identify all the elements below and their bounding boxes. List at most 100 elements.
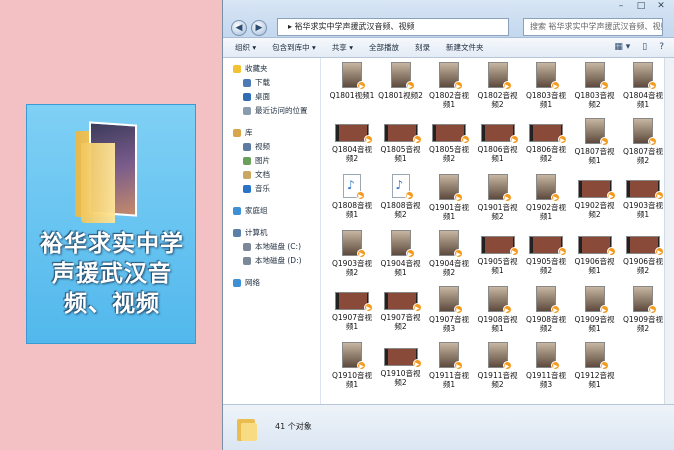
folder-shortcut[interactable]: 裕华求实中学声援武汉音频、视频 [26,104,196,344]
play-overlay-icon: ▶ [599,137,609,146]
file-item[interactable]: ▶ Q1911音视频3 [523,342,569,398]
file-item[interactable]: ▶ Q1909音视频2 [620,286,666,342]
sidebar-item[interactable]: 图片 [223,154,320,168]
video-thumbnail: ▶ [439,62,463,90]
file-item[interactable]: ▶ Q1905音视频1 [475,230,521,286]
preview-pane-icon[interactable]: ▯ [642,42,647,52]
file-name: Q1906音视频2 [623,257,663,275]
file-item[interactable]: ▶ Q1907音视频1 [329,286,375,342]
play-overlay-icon: ▶ [502,81,512,90]
sidebar-item[interactable]: 音乐 [223,182,320,196]
include-library-menu[interactable]: 包含到库中 ▾ [272,42,316,53]
sidebar-item[interactable]: 桌面 [223,90,320,104]
sidebar-item[interactable]: 收藏夹 [223,62,320,76]
file-item[interactable]: ▶ Q1802音视频2 [475,62,521,118]
video-thumbnail: ▶ [584,118,609,146]
close-button[interactable]: ✕ [652,0,670,12]
sidebar-item[interactable]: 文档 [223,168,320,182]
share-menu[interactable]: 共享 ▾ [332,42,353,53]
file-item[interactable]: ▶ Q1903音视频2 [329,230,375,286]
file-item[interactable]: ▶ Q1907音视频3 [426,286,472,342]
organize-menu[interactable]: 组织 ▾ [235,42,256,53]
file-item[interactable]: ▶ Q1904音视频2 [426,230,472,286]
file-item[interactable]: ▶ Q1907音视频2 [378,286,424,342]
download-icon [243,79,251,87]
file-item[interactable]: ▶ Q1802音视频1 [426,62,472,118]
file-item[interactable]: ▶ Q1910音视频2 [378,342,424,398]
play-all-button[interactable]: 全部播放 [369,42,399,53]
sidebar-item[interactable]: 本地磁盘 (C:) [223,240,320,254]
sidebar-item[interactable]: 计算机 [223,226,320,240]
network-icon [233,279,241,287]
file-item[interactable]: ▶ Q1911音视频1 [426,342,472,398]
file-item[interactable]: ▶ Q1903音视频1 [620,174,666,230]
file-item[interactable]: ▶ Q1803音视频2 [572,62,618,118]
sidebar-item[interactable]: 家庭组 [223,204,320,218]
file-item[interactable]: ▶ Q1908音视频1 [475,286,521,342]
file-item[interactable]: ▶ Q1906音视频2 [620,230,666,286]
file-item[interactable]: ▶ Q1801视频2 [378,62,424,118]
file-item[interactable]: ▶ Q1806音视频2 [523,118,569,174]
file-item[interactable]: ▶ Q1803音视频1 [523,62,569,118]
new-folder-button[interactable]: 新建文件夹 [446,42,484,53]
file-item[interactable]: ▶ Q1804音视频2 [329,118,375,174]
file-item[interactable]: ▶ Q1805音视频2 [426,118,472,174]
file-item[interactable]: ▶ Q1807音视频2 [620,118,666,174]
video-thumbnail: ▶ [577,236,616,256]
object-count: 41 个对象 [275,422,312,431]
address-bar[interactable]: ▸ 裕华求实中学声援武汉音频、视频 [277,18,509,36]
file-item[interactable]: ▶ Q1904音视频1 [378,230,424,286]
file-item[interactable]: ▶Q1808音视频1 [329,174,375,230]
file-item[interactable]: ▶ Q1912音视频1 [572,342,618,398]
sidebar-item[interactable]: 最近访问的位置 [223,104,320,118]
video-thumbnail: ▶ [577,180,616,200]
file-item[interactable]: ▶ Q1902音视频1 [523,174,569,230]
file-name: Q1901音视频1 [429,203,469,221]
sidebar-item[interactable]: 网络 [223,276,320,290]
video-thumbnail: ▶ [536,342,560,370]
file-item[interactable]: ▶ Q1901音视频2 [475,174,521,230]
sidebar-item[interactable]: 下载 [223,76,320,90]
drive-icon [243,243,251,251]
play-overlay-icon: ▶ [502,193,512,202]
file-item[interactable]: ▶ Q1905音视频2 [523,230,569,286]
file-item[interactable]: ▶ Q1901音视频1 [426,174,472,230]
play-overlay-icon: ▶ [648,305,657,314]
sidebar-item[interactable]: 本地磁盘 (D:) [223,254,320,268]
file-name: Q1901音视频2 [477,203,518,221]
file-item[interactable]: ▶ Q1910音视频1 [329,342,375,398]
file-item[interactable]: ▶ Q1805音视频1 [378,118,424,174]
video-thumbnail: ▶ [584,286,609,314]
video-thumbnail: ▶ [487,286,512,314]
back-button[interactable]: ◀ [231,20,247,36]
file-item[interactable]: ▶ Q1909音视频1 [572,286,618,342]
help-icon[interactable]: ? [659,42,664,52]
file-item[interactable]: ▶ Q1806音视频1 [475,118,521,174]
maximize-button[interactable]: □ [632,0,650,12]
play-overlay-icon: ▶ [551,361,560,370]
search-input[interactable]: 搜索 裕华求实中学声援武汉音频、视频 [523,18,663,36]
file-item[interactable]: ▶ Q1801视频1 [329,62,375,118]
folder-icon [75,121,145,223]
play-overlay-icon: ▶ [412,303,422,312]
file-item[interactable]: ▶ Q1908音视频2 [523,286,569,342]
file-item[interactable]: ▶Q1808音视频2 [378,174,424,230]
sidebar-item-label: 文档 [255,170,270,179]
sidebar-item[interactable]: 视频 [223,140,320,154]
file-item[interactable]: ▶ Q1911音视频2 [475,342,521,398]
file-item[interactable]: ▶ Q1902音视频2 [572,174,618,230]
file-item[interactable]: ▶ Q1807音视频1 [572,118,618,174]
burn-button[interactable]: 刻录 [415,42,430,53]
minimize-button[interactable]: – [612,0,630,12]
video-thumbnail: ▶ [439,286,463,314]
file-name: Q1911音视频2 [477,371,518,389]
forward-button[interactable]: ▶ [251,20,267,36]
file-item[interactable]: ▶ Q1804音视频1 [620,62,666,118]
view-options-icon[interactable]: ▦ ▾ [614,42,630,52]
play-overlay-icon: ▶ [606,191,616,200]
video-thumbnail: ▶ [342,62,366,90]
file-item[interactable]: ▶ Q1906音视频1 [572,230,618,286]
sidebar-item[interactable]: 库 [223,126,320,140]
play-overlay-icon: ▶ [509,247,519,256]
star-icon [233,65,241,73]
